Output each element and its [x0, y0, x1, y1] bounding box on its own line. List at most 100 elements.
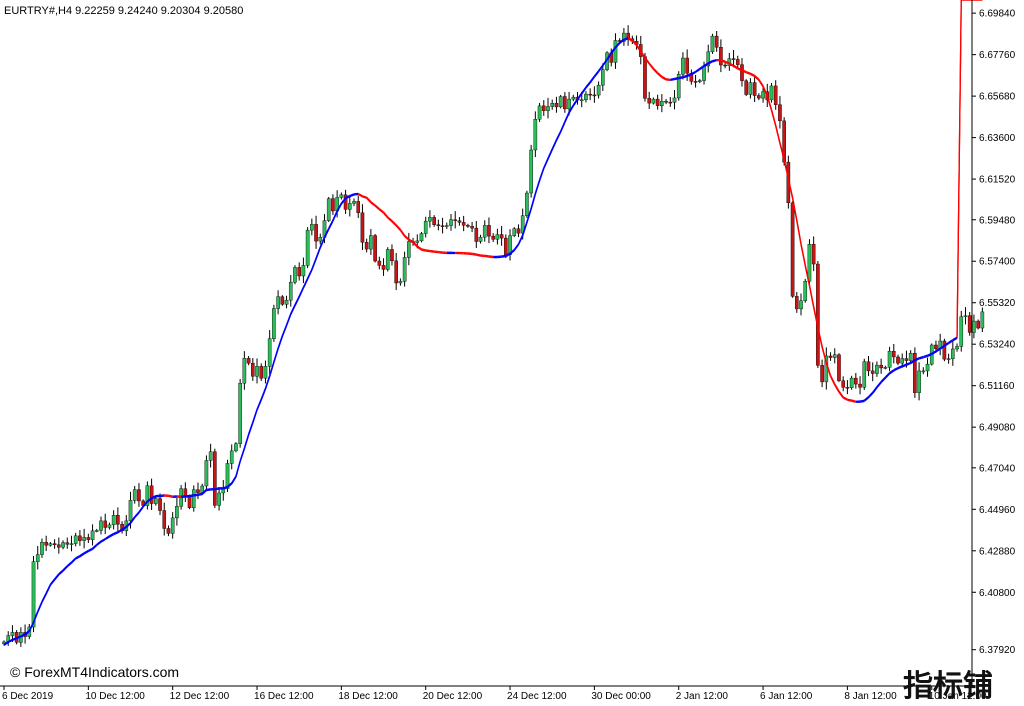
candle-body [504, 237, 508, 255]
candle-body [917, 370, 921, 393]
candle-body [352, 201, 356, 204]
candle-body [959, 316, 964, 347]
candle-body [951, 348, 955, 359]
candle [145, 481, 150, 510]
candle-body [280, 296, 285, 305]
candle-body [660, 101, 664, 106]
candle [213, 448, 217, 509]
candle-body [478, 236, 483, 242]
candle [803, 278, 808, 303]
candle-body [116, 515, 120, 525]
candle-body [35, 554, 40, 562]
candle-body [858, 383, 862, 388]
candle-body [904, 358, 909, 361]
candle [959, 310, 964, 352]
candle [234, 442, 238, 453]
candle-body [259, 366, 264, 379]
candle-body [820, 365, 824, 383]
time-tick-label: 30 Dec 00:00 [591, 691, 651, 702]
candle-body [40, 542, 44, 555]
candle-body [752, 82, 757, 96]
time-tick-label: 8 Jan 12:00 [844, 691, 897, 702]
candle-body [453, 219, 458, 221]
candle-body [870, 370, 875, 374]
candle-body [921, 370, 926, 373]
candle-body [778, 104, 782, 122]
candle-body [339, 194, 344, 198]
candle-body [854, 377, 858, 385]
candle-body [811, 244, 816, 265]
candle-body [588, 93, 592, 96]
candle-body [883, 367, 888, 369]
candle-body [191, 489, 196, 508]
candle-body [934, 344, 938, 349]
candle-body [394, 260, 398, 284]
price-tick-label: 6.65680 [979, 92, 1016, 103]
candle-body [166, 528, 171, 534]
candle-body [567, 98, 571, 110]
candle-body [407, 241, 411, 258]
ma-upper-segment [471, 252, 477, 255]
candle-body [761, 91, 765, 99]
candle-body [773, 85, 778, 105]
ma-lower-segment [488, 256, 494, 259]
candle-body [668, 101, 673, 104]
candle-body [466, 225, 470, 227]
candle-body [272, 308, 276, 339]
price-tick-label: 6.40800 [979, 588, 1016, 599]
candle [816, 261, 820, 369]
candle-body [875, 364, 879, 374]
candle-body [204, 460, 209, 487]
candle-body [563, 96, 567, 110]
candle-body [757, 95, 761, 99]
candle-body [217, 492, 221, 506]
candle-body [73, 535, 78, 544]
candle-body [61, 542, 65, 548]
candle-body [99, 520, 103, 531]
ma-lower-segment [429, 251, 435, 253]
candle-body [208, 451, 213, 461]
candle-body [495, 234, 500, 240]
candle-body [449, 219, 453, 226]
ma-lower-segment [206, 489, 211, 492]
candle-body [149, 485, 154, 504]
candle-body [238, 383, 242, 444]
candle-body [246, 358, 251, 364]
price-tick-label: 6.55320 [979, 298, 1016, 309]
candle-body [288, 281, 293, 301]
candle-body [360, 212, 365, 243]
candle-body [111, 515, 116, 526]
candle-body [293, 267, 297, 283]
candle-body [175, 506, 179, 519]
candle-body [162, 510, 167, 529]
candle [967, 311, 972, 336]
candle-body [769, 85, 774, 101]
candle-body [196, 489, 200, 493]
candle-body [31, 561, 36, 628]
candle-body [698, 80, 702, 82]
candle-body [963, 315, 968, 317]
candle-body [305, 229, 310, 266]
candle-body [714, 35, 719, 48]
candle-body [369, 235, 373, 250]
candle [204, 455, 209, 491]
time-tick-label: 12 Dec 12:00 [170, 691, 230, 702]
candle-body [482, 225, 487, 238]
candle-body [137, 489, 141, 502]
ma-upper-segment [501, 254, 506, 257]
candle-body [132, 489, 137, 501]
candle-body [69, 543, 74, 545]
candle-body [972, 320, 976, 333]
candle-body [571, 96, 576, 100]
candle-body [487, 225, 491, 237]
candle [913, 347, 917, 398]
candle-body [229, 450, 234, 464]
candle-body [740, 64, 744, 81]
candle [862, 358, 867, 390]
candle-body [94, 530, 99, 532]
candle-body [82, 537, 86, 541]
candle-body [183, 488, 188, 497]
ma-upper-segment [484, 254, 490, 257]
candle-body [470, 226, 474, 229]
candle-body [436, 224, 441, 226]
